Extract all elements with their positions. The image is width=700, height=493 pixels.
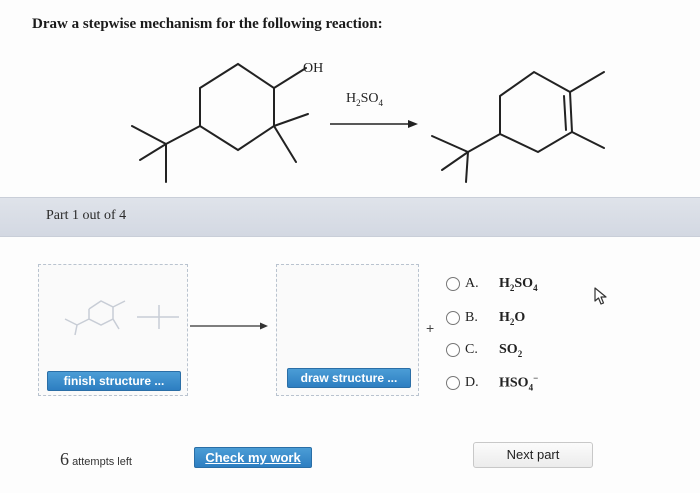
structure-box-2[interactable]: draw structure ... — [276, 264, 419, 396]
reactant-structure — [131, 62, 309, 183]
part-label: Part 1 out of 4 — [46, 208, 127, 223]
radio-d[interactable] — [446, 376, 460, 390]
structure-box-1[interactable]: finish structure ... — [38, 264, 188, 396]
choice-c-formula: SO2 — [499, 341, 523, 359]
reaction-scheme: OH H2SO4 — [131, 61, 605, 183]
choice-b-formula: H2O — [499, 309, 526, 327]
plus-sign: + — [426, 320, 435, 336]
question-text: Draw a stepwise mechanism for the follow… — [32, 16, 383, 32]
choice-a[interactable]: A. H2SO4 — [446, 274, 538, 294]
draw-structure-button[interactable]: draw structure ... — [287, 368, 411, 388]
choice-c[interactable]: C. SO2 — [446, 340, 522, 360]
choice-b[interactable]: B. H2O — [446, 308, 525, 328]
arrow-cursor-icon — [594, 287, 607, 305]
radio-a[interactable] — [446, 277, 460, 291]
mechanism-arrow-icon — [190, 322, 268, 330]
choice-a-formula: H2SO4 — [499, 275, 538, 293]
attempts-label: attempts left — [72, 456, 132, 468]
next-part-button[interactable]: Next part — [473, 442, 593, 468]
oh-label: OH — [303, 61, 323, 76]
check-my-work-button[interactable]: Check my work — [194, 447, 312, 468]
finish-structure-button[interactable]: finish structure ... — [47, 371, 181, 391]
product-structure — [431, 70, 605, 183]
reagent-label: H2SO4 — [346, 91, 384, 108]
radio-c[interactable] — [446, 343, 460, 357]
choice-d-formula: HSO4− — [499, 373, 539, 393]
radio-b[interactable] — [446, 311, 460, 325]
reaction-arrow-icon — [330, 120, 418, 128]
attempts-left: 6 attempts left — [60, 449, 132, 470]
attempts-count: 6 — [60, 449, 69, 469]
choice-d[interactable]: D. HSO4− — [446, 373, 538, 393]
faded-structure-preview — [64, 300, 179, 336]
part-header-bar: Part 1 out of 4 — [0, 197, 700, 237]
